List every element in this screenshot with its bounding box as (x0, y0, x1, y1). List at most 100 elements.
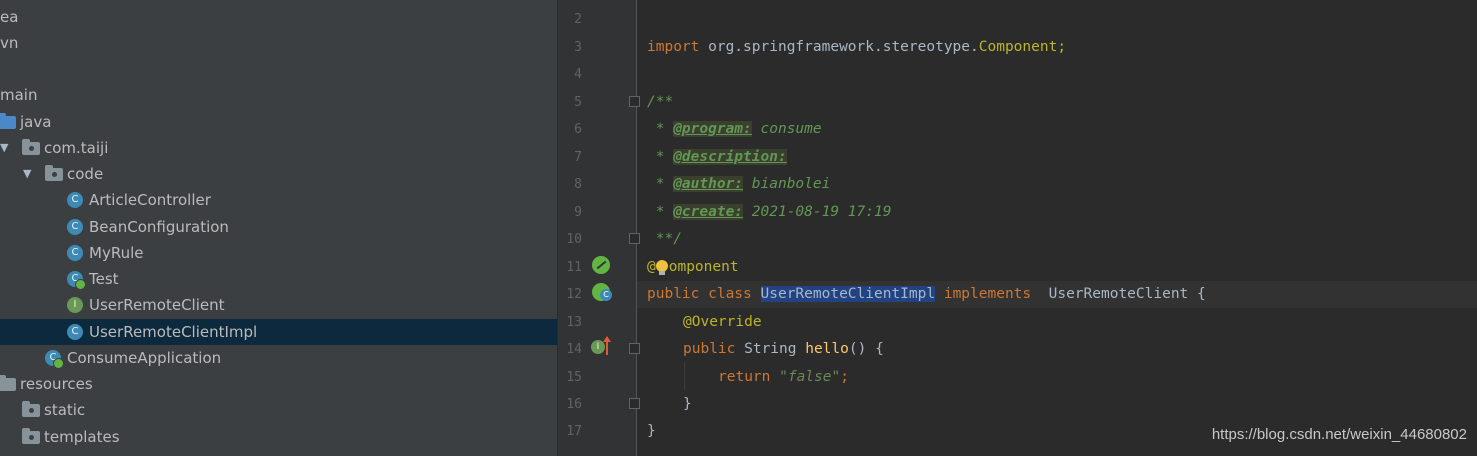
import-keyword: import (647, 39, 700, 55)
watermark-url: https://blog.csdn.net/weixin_44680802 (1211, 426, 1467, 443)
spring-bean-icon[interactable] (592, 256, 610, 274)
tree-item[interactable]: C MyRule (0, 240, 557, 266)
tree-item-label: java (20, 113, 52, 131)
indent-guide (684, 362, 685, 390)
line-number: 14 (566, 342, 582, 357)
code-line-10: **/ (647, 226, 682, 253)
fold-marker-icon[interactable] (629, 343, 640, 354)
annotation-component: omponent (668, 259, 739, 275)
import-class: Component; (978, 39, 1067, 55)
doc-create-tag: @create: (673, 204, 744, 220)
tree-item[interactable]: ▼ com.taiji (0, 135, 557, 161)
tree-item[interactable]: C ConsumeApplication (0, 345, 557, 371)
code-line-7: * @description: (647, 144, 787, 171)
expand-arrow-icon[interactable]: ▼ (0, 135, 8, 161)
tree-item[interactable]: ea (0, 4, 557, 30)
tree-item-label: code (67, 165, 104, 183)
tree-item[interactable]: main (0, 82, 557, 108)
annotation-at: @ (647, 259, 656, 275)
tree-item[interactable]: C Test (0, 266, 557, 292)
code-line-15: return "false"; (718, 364, 849, 391)
code-line-17: } (647, 418, 656, 445)
tree-item-label: com.taiji (44, 139, 109, 157)
tree-item-label: ConsumeApplication (67, 349, 222, 367)
fold-marker-icon[interactable] (629, 96, 640, 107)
doc-close: **/ (647, 231, 682, 247)
import-package: org.springframework.stereotype. (699, 39, 979, 55)
method-params: () { (848, 341, 884, 357)
tree-item-label: templates (44, 428, 120, 446)
tree-item[interactable]: vn (0, 30, 557, 56)
line-number: 4 (574, 67, 582, 82)
tree-item-label: ArticleController (89, 191, 211, 209)
fold-marker-icon[interactable] (629, 233, 640, 244)
tree-item[interactable]: ▼ code (0, 161, 557, 187)
tree-item[interactable]: C BeanConfiguration (0, 214, 557, 240)
tree-item-label: UserRemoteClient (89, 296, 225, 314)
class-name-selected: UserRemoteClientImpl (760, 286, 936, 302)
code-line-13: @Override (683, 309, 762, 336)
interface-name: UserRemoteClient { (1039, 286, 1206, 302)
tree-item-label: MyRule (89, 244, 144, 262)
override-annotation: @Override (683, 314, 762, 330)
return-string: "false" (779, 369, 841, 385)
spring-class-icon[interactable]: C (592, 283, 612, 301)
doc-star: * (647, 204, 674, 220)
tree-item[interactable]: C ArticleController (0, 187, 557, 213)
tree-item-label: UserRemoteClientImpl (89, 323, 258, 341)
tree-item[interactable]: I UserRemoteClient (0, 292, 557, 318)
tree-item[interactable]: static (0, 397, 557, 423)
tree-item[interactable]: java (0, 109, 557, 135)
line-number: 16 (566, 397, 582, 412)
doc-author-tag: @author: (673, 176, 744, 192)
method-name: hello (805, 341, 849, 357)
package-icon (22, 139, 40, 155)
implements-arrow-head (603, 336, 611, 342)
class-icon: C (67, 271, 86, 290)
method-modifier: public (683, 341, 745, 357)
class-icon: C (67, 324, 83, 340)
line-number: 12 (566, 287, 582, 302)
folder-icon (22, 401, 40, 417)
doc-description-tag: @description: (673, 149, 787, 165)
tree-item-label: static (44, 401, 86, 419)
gutter-separator (636, 0, 637, 456)
doc-star: * (647, 176, 674, 192)
line-number: 8 (574, 177, 582, 192)
code-line-12: public class UserRemoteClientImpl implem… (647, 281, 1206, 308)
method-return-type: String (744, 341, 806, 357)
line-number: 2 (574, 12, 582, 27)
class-icon: C (67, 245, 83, 261)
intention-bulb-icon[interactable] (656, 260, 668, 275)
line-number: 9 (574, 205, 582, 220)
fold-marker-icon[interactable] (629, 398, 640, 409)
code-line-3: import org.springframework.stereotype.Co… (647, 34, 1066, 61)
tree-item-label: BeanConfiguration (89, 218, 229, 236)
tree-item[interactable] (0, 56, 557, 82)
tree-item-label: Test (89, 270, 119, 288)
expand-arrow-icon[interactable]: ▼ (23, 161, 31, 187)
class-icon: C (67, 219, 83, 235)
line-number: 6 (574, 122, 582, 137)
code-line-8: * @author: bianbolei (647, 171, 830, 198)
folder-icon (22, 428, 40, 444)
tree-item[interactable]: templates (0, 424, 557, 450)
project-tree-panel: ea vn main java ▼ com.taiji ▼ code C ArticleContr… (0, 0, 557, 456)
implements-method-icon[interactable]: I (591, 340, 605, 354)
tree-item[interactable]: resources (0, 371, 557, 397)
line-number: 10 (566, 232, 582, 247)
line-number: 11 (566, 260, 582, 275)
doc-star: * (647, 121, 674, 137)
interface-icon: I (67, 297, 83, 313)
method-close-brace: } (683, 396, 692, 412)
code-line-9: * @create: 2021-08-19 17:19 (647, 199, 891, 226)
code-line-6: * @program: consume (647, 116, 822, 143)
package-icon (45, 165, 63, 181)
implements-keyword: implements (935, 286, 1040, 302)
class-icon: C (45, 350, 64, 369)
tree-item-label: ea (0, 8, 19, 26)
class-icon: C (67, 192, 83, 208)
tree-item[interactable]: C UserRemoteClientImpl (0, 319, 557, 345)
folder-icon (0, 113, 16, 129)
tree-item-label: main (0, 86, 38, 104)
